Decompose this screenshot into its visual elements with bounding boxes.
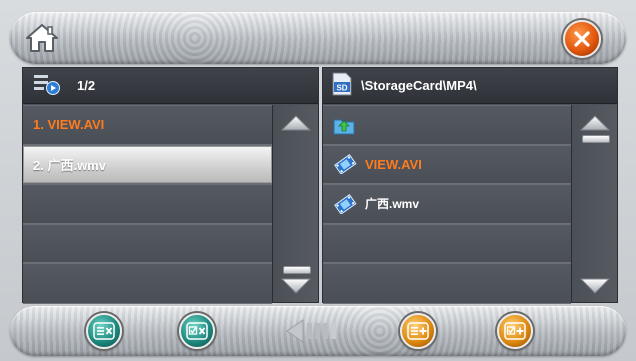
file-scroll-up-button[interactable] xyxy=(579,111,611,135)
playlist-scrollbar[interactable] xyxy=(272,105,318,302)
file-list-scrollbar[interactable] xyxy=(571,105,617,302)
file-item-empty[interactable] xyxy=(323,263,571,305)
video-file-icon xyxy=(333,194,357,214)
remove-from-list-button[interactable] xyxy=(86,313,122,349)
home-button[interactable] xyxy=(22,18,62,58)
playlist-list: 1. VIEW.AVI 2. 广西.wmv xyxy=(23,105,272,305)
list-remove-icon xyxy=(93,322,115,340)
playlist-item-empty[interactable] xyxy=(23,184,272,224)
playlist-scroll-thumb[interactable] xyxy=(283,266,311,274)
playlist-icon xyxy=(33,73,61,98)
svg-text:SD: SD xyxy=(336,84,347,93)
file-list: VIEW.AVI 广西.wmv xyxy=(323,105,571,305)
playlist-scroll-up-button[interactable] xyxy=(280,111,312,135)
back-button[interactable] xyxy=(283,316,353,346)
playlist-item-label: 2. 广西.wmv xyxy=(33,157,106,173)
file-item[interactable]: 广西.wmv xyxy=(323,184,571,224)
file-item[interactable]: VIEW.AVI xyxy=(323,144,571,185)
video-file-icon xyxy=(333,154,357,175)
file-item-empty[interactable] xyxy=(323,223,571,264)
close-icon xyxy=(574,31,590,47)
playlist-item-empty[interactable] xyxy=(23,263,272,305)
home-icon xyxy=(26,24,58,52)
playlist-item[interactable]: 1. VIEW.AVI xyxy=(23,105,272,145)
list-add-icon xyxy=(407,322,429,340)
playlist-item-label: 1. VIEW.AVI xyxy=(33,117,105,133)
folder-up-item[interactable] xyxy=(323,105,571,145)
triangle-up-icon xyxy=(580,115,610,131)
media-player-window: 1/2 1. VIEW.AVI 2. 广西.wmv SD \StorageCar… xyxy=(0,0,636,361)
triangle-down-icon xyxy=(580,278,610,294)
file-scroll-down-button[interactable] xyxy=(579,274,611,298)
checkbox-remove-icon xyxy=(186,322,208,340)
file-scroll-thumb[interactable] xyxy=(582,135,610,143)
remove-selected-button[interactable] xyxy=(179,313,215,349)
checkbox-add-icon xyxy=(504,322,526,340)
file-item-label: 广西.wmv xyxy=(365,197,420,212)
file-item-label: VIEW.AVI xyxy=(365,156,422,172)
playlist-scroll-down-button[interactable] xyxy=(280,274,312,298)
back-arrow-icon xyxy=(286,319,336,343)
playlist-header: 1/2 xyxy=(23,68,318,104)
add-to-list-button[interactable] xyxy=(400,313,436,349)
playlist-item-empty[interactable] xyxy=(23,223,272,264)
page-indicator: 1/2 xyxy=(77,78,96,93)
playlist-item-selected[interactable]: 2. 广西.wmv xyxy=(23,144,272,185)
file-browser-header: SD \StorageCard\MP4\ xyxy=(323,68,617,104)
folder-up-icon xyxy=(333,115,355,135)
sd-card-icon: SD xyxy=(331,72,353,99)
add-selected-button[interactable] xyxy=(497,313,533,349)
triangle-up-icon xyxy=(281,115,311,131)
current-path: \StorageCard\MP4\ xyxy=(361,78,477,93)
playlist-panel: 1/2 1. VIEW.AVI 2. 广西.wmv xyxy=(22,67,319,305)
close-button[interactable] xyxy=(563,20,601,58)
triangle-down-icon xyxy=(281,278,311,294)
file-browser-panel: SD \StorageCard\MP4\ VIEW.AVI 广西.wmv xyxy=(322,67,618,305)
top-bar xyxy=(10,12,626,64)
